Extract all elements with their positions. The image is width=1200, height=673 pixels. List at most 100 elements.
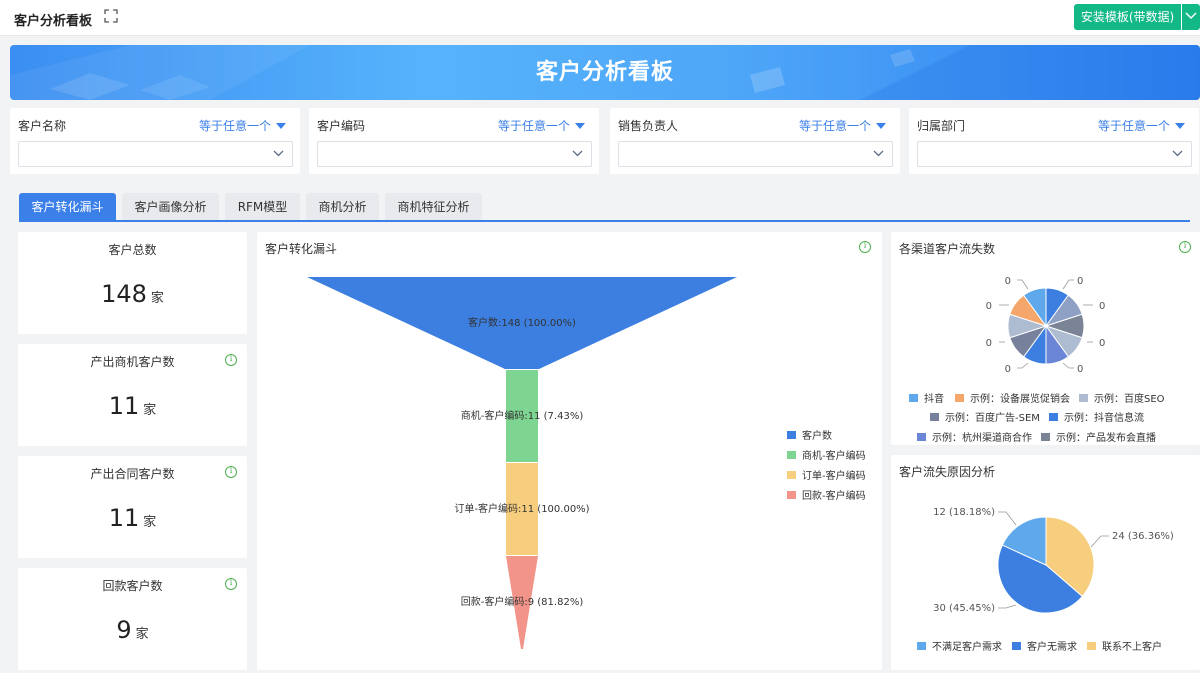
slice-label: 0	[1099, 338, 1105, 349]
legend-item[interactable]: 回款-客户编码	[787, 487, 866, 502]
legend-item[interactable]: 联系不上客户	[1087, 638, 1162, 653]
legend-swatch	[917, 642, 926, 650]
info-icon[interactable]	[225, 354, 237, 366]
legend-item[interactable]: 示例：设备展览促销会	[955, 390, 1070, 405]
legend-item[interactable]: 示例：百度SEO	[1079, 390, 1165, 405]
kpi-label: 回款客户数	[102, 579, 163, 593]
funnel-label-1: 客户数:148 (100.00%)	[468, 316, 576, 329]
kpi-value: 11	[108, 392, 140, 420]
filter-operator-select[interactable]: 等于任意一个	[199, 117, 286, 134]
legend-swatch	[787, 431, 796, 439]
filter-label: 客户编码	[317, 119, 366, 133]
legend-item[interactable]: 不满足客户需求	[917, 638, 1002, 653]
filter-value-select[interactable]	[18, 141, 293, 167]
dashboard-banner: 客户分析看板	[10, 45, 1200, 100]
kpi-label: 产出合同客户数	[90, 467, 175, 481]
legend-item[interactable]: 示例：抖音信息流	[1049, 409, 1144, 424]
slice-label: 0	[986, 301, 992, 312]
tab-rfm-model[interactable]: RFM模型	[225, 193, 300, 221]
legend-item[interactable]: 客户无需求	[1012, 638, 1077, 653]
kpi-payment-customers: 回款客户数 9家	[18, 568, 247, 670]
filter-sales-owner: 销售负责人 等于任意一个	[610, 108, 900, 174]
tab-conversion-funnel[interactable]: 客户转化漏斗	[19, 193, 116, 221]
legend-swatch	[1012, 642, 1021, 650]
legend-label: 示例：抖音信息流	[1064, 413, 1144, 424]
legend-label: 回款-客户编码	[802, 491, 866, 502]
legend-label: 抖音	[924, 394, 944, 405]
funnel-label-2: 商机-客户编码:11 (7.43%)	[461, 409, 584, 422]
kpi-unit: 家	[143, 403, 157, 418]
panel-title: 各渠道客户流失数	[899, 242, 996, 256]
legend-swatch	[917, 433, 926, 441]
chevron-down-icon	[572, 150, 583, 157]
kpi-unit: 家	[143, 515, 157, 530]
legend-item[interactable]: 示例：杭州渠道商合作	[917, 429, 1032, 444]
chevron-down-icon	[873, 150, 884, 157]
legend-item[interactable]: 示例：百度广告-SEM	[930, 409, 1040, 424]
filter-customer-code: 客户编码 等于任意一个	[309, 108, 599, 174]
info-icon[interactable]	[1179, 241, 1191, 253]
funnel-panel: 客户转化漏斗 客户数:148 (100.00%) 商机-客户编码:11 (7.4…	[257, 232, 882, 670]
filter-department: 归属部门 等于任意一个	[909, 108, 1199, 174]
fullscreen-icon[interactable]	[104, 9, 118, 23]
info-icon[interactable]	[225, 578, 237, 590]
filter-label: 客户名称	[18, 119, 67, 133]
slice-label: 0	[1005, 276, 1011, 287]
slice-label: 12 (18.18%)	[933, 507, 995, 518]
legend-swatch	[1049, 413, 1058, 421]
kpi-contract-customers: 产出合同客户数 11家	[18, 456, 247, 558]
slice-label: 30 (45.45%)	[933, 603, 995, 614]
legend-label: 商机-客户编码	[802, 451, 866, 462]
slice-label: 0	[1099, 301, 1105, 312]
panel-title: 客户流失原因分析	[899, 465, 996, 479]
funnel-label-4: 回款-客户编码:9 (81.82%)	[461, 595, 584, 608]
chevron-down-icon	[273, 150, 284, 157]
dashboard-title: 客户分析看板	[14, 14, 93, 29]
slice-label: 0	[986, 338, 992, 349]
legend-item[interactable]: 客户数	[787, 427, 832, 442]
churn-reason-panel: 客户流失原因分析 12 (18.18%) 24 (36.36%) 30 (45.…	[891, 455, 1200, 670]
funnel-label-3: 订单-客户编码:11 (100.00%)	[454, 502, 589, 515]
legend-item[interactable]: 示例：产品发布会直播	[1041, 429, 1156, 444]
filter-value-select[interactable]	[917, 141, 1192, 167]
legend-swatch	[787, 471, 796, 479]
tab-opportunity-analysis[interactable]: 商机分析	[306, 193, 379, 221]
slice-label: 0	[1005, 364, 1011, 375]
chevron-down-icon	[1185, 12, 1197, 19]
filter-label: 销售负责人	[618, 119, 679, 133]
kpi-value: 11	[108, 504, 140, 532]
kpi-opportunity-customers: 产出商机客户数 11家	[18, 344, 247, 446]
tab-customer-profile[interactable]: 客户画像分析	[122, 193, 219, 221]
channel-churn-panel: 各渠道客户流失数 0 0 0 0 0 0 0 0 抖音 示例：设备展览促销会 示…	[891, 232, 1200, 445]
legend-label: 示例：设备展览促销会	[970, 394, 1070, 405]
legend-swatch	[787, 451, 796, 459]
churn-reason-pie: 12 (18.18%) 24 (36.36%) 30 (45.45%)	[933, 507, 1174, 614]
filter-operator-select[interactable]: 等于任意一个	[498, 117, 585, 134]
filter-label: 归属部门	[917, 119, 966, 133]
kpi-label: 产出商机客户数	[90, 355, 175, 369]
top-bar: 客户分析看板 安装模板(带数据)	[0, 0, 1200, 36]
slice-label: 24 (36.36%)	[1112, 531, 1174, 542]
info-icon[interactable]	[225, 466, 237, 478]
legend-label: 客户无需求	[1027, 642, 1077, 653]
legend-label: 联系不上客户	[1102, 642, 1162, 653]
filter-operator-select[interactable]: 等于任意一个	[799, 117, 886, 134]
filter-operator-select[interactable]: 等于任意一个	[1098, 117, 1185, 134]
legend-item[interactable]: 商机-客户编码	[787, 447, 866, 462]
legend-label: 示例：百度广告-SEM	[945, 413, 1040, 424]
kpi-label: 客户总数	[108, 243, 157, 257]
legend-item[interactable]: 订单-客户编码	[787, 467, 866, 482]
filter-value-select[interactable]	[317, 141, 592, 167]
install-dropdown-button[interactable]	[1182, 4, 1200, 30]
legend-item[interactable]: 抖音	[909, 390, 944, 405]
slice-label: 0	[1077, 364, 1083, 375]
tab-underline	[19, 220, 1190, 222]
install-template-button[interactable]: 安装模板(带数据)	[1074, 4, 1181, 30]
kpi-unit: 家	[150, 291, 164, 306]
filter-value-select[interactable]	[618, 141, 893, 167]
legend-label: 客户数	[802, 431, 832, 442]
chevron-down-icon	[1172, 150, 1183, 157]
kpi-value: 9	[116, 616, 132, 644]
tab-opportunity-features[interactable]: 商机特征分析	[385, 193, 482, 221]
legend-swatch	[1079, 394, 1088, 402]
